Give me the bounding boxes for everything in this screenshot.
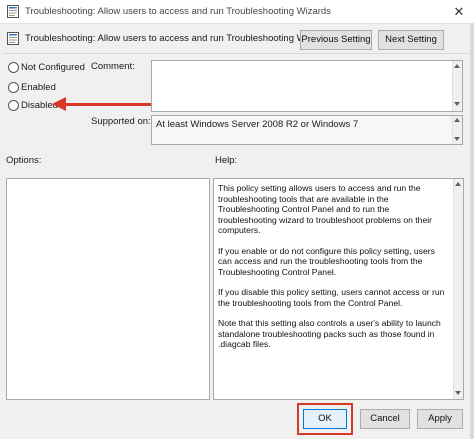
comment-textarea[interactable] xyxy=(151,60,463,112)
not-configured-radio[interactable] xyxy=(8,62,19,73)
help-paragraph: If you disable this policy setting, user… xyxy=(218,287,445,308)
annotation-arrow-icon xyxy=(52,97,66,111)
setting-name: Troubleshooting: Allow users to access a… xyxy=(25,33,331,44)
scroll-down-icon[interactable] xyxy=(454,102,460,106)
apply-button[interactable]: Apply xyxy=(417,409,463,429)
previous-setting-button[interactable]: Previous Setting xyxy=(300,30,372,50)
comment-label: Comment: xyxy=(91,61,135,72)
cancel-button[interactable]: Cancel xyxy=(360,409,410,429)
header-divider xyxy=(2,53,470,54)
supported-on-label: Supported on: xyxy=(91,116,151,127)
enabled-label[interactable]: Enabled xyxy=(21,82,56,93)
scroll-up-icon[interactable] xyxy=(455,182,461,186)
help-paragraph: Note that this setting also controls a u… xyxy=(218,318,441,349)
next-setting-button[interactable]: Next Setting xyxy=(378,30,444,50)
help-paragraph: This policy setting allows users to acce… xyxy=(218,183,433,235)
window-title: Troubleshooting: Allow users to access a… xyxy=(25,6,331,17)
window-edge xyxy=(470,24,474,439)
scroll-down-icon[interactable] xyxy=(454,137,460,141)
disabled-radio[interactable] xyxy=(8,100,19,111)
policy-document-icon xyxy=(7,5,19,18)
options-pane xyxy=(6,178,210,400)
help-scrollbar[interactable] xyxy=(453,179,463,399)
not-configured-label[interactable]: Not Configured xyxy=(21,62,85,73)
scroll-up-icon[interactable] xyxy=(454,64,460,68)
scroll-down-icon[interactable] xyxy=(455,391,461,395)
close-icon[interactable]: ✕ xyxy=(449,3,469,21)
help-text: This policy setting allows users to acce… xyxy=(218,183,450,360)
scroll-up-icon[interactable] xyxy=(454,118,460,122)
supported-on-value: At least Windows Server 2008 R2 or Windo… xyxy=(156,119,359,130)
help-paragraph: If you enable or do not configure this p… xyxy=(218,245,435,277)
ok-button[interactable]: OK xyxy=(303,409,347,429)
options-label: Options: xyxy=(6,155,42,166)
policy-document-icon xyxy=(7,32,19,45)
supported-on-box: At least Windows Server 2008 R2 or Windo… xyxy=(151,115,463,145)
help-label: Help: xyxy=(215,155,238,166)
enabled-radio[interactable] xyxy=(8,82,19,93)
